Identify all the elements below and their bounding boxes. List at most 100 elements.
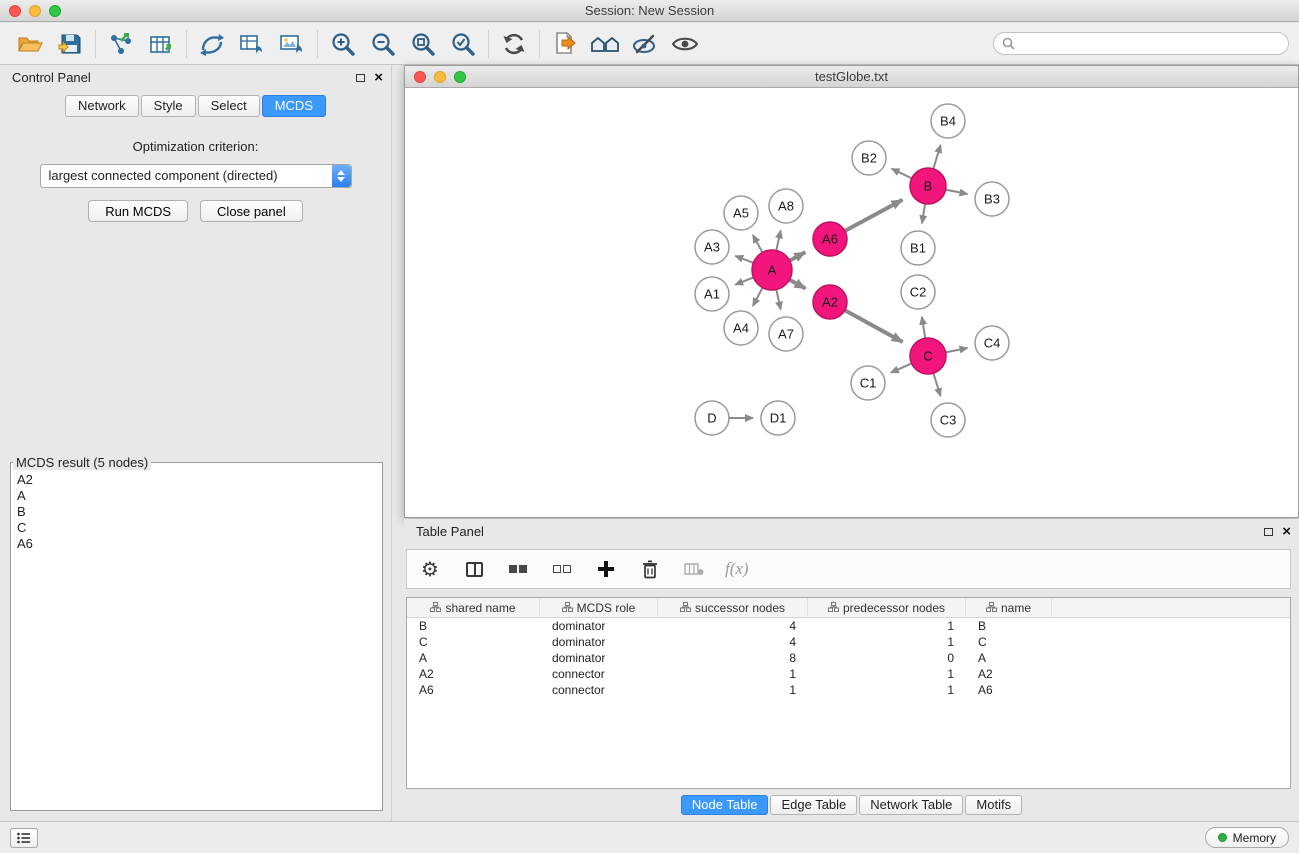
criterion-select[interactable]: largest connected component (directed) <box>40 164 352 188</box>
float-table-panel-icon[interactable] <box>1264 528 1273 536</box>
graph-edge-A6-B[interactable] <box>845 200 903 231</box>
mcds-result-item[interactable]: A6 <box>17 536 376 552</box>
search-input[interactable] <box>1020 37 1280 51</box>
zoom-window-icon[interactable] <box>49 5 61 17</box>
columns-icon[interactable] <box>461 555 487 583</box>
zoom-network-window-icon[interactable] <box>454 71 466 83</box>
image-export-icon[interactable] <box>272 27 312 61</box>
tab-network[interactable]: Network <box>65 95 139 117</box>
graph-node-C[interactable]: C <box>910 338 946 374</box>
graph-node-B2[interactable]: B2 <box>852 141 886 175</box>
graph-node-A3[interactable]: A3 <box>695 230 729 264</box>
graph-node-C4[interactable]: C4 <box>975 326 1009 360</box>
table-share-icon[interactable] <box>232 27 272 61</box>
graph-edge-A-A4[interactable] <box>753 288 763 306</box>
mcds-result-item[interactable]: A <box>17 488 376 504</box>
document-arrow-icon[interactable] <box>545 27 585 61</box>
trash-icon[interactable] <box>637 555 663 583</box>
graph-node-A7[interactable]: A7 <box>769 317 803 351</box>
graph-edge-C-C1[interactable] <box>891 363 912 372</box>
graph-edge-C-C3[interactable] <box>933 373 940 396</box>
save-icon[interactable] <box>50 27 90 61</box>
search-box[interactable] <box>993 32 1289 55</box>
graph-node-B4[interactable]: B4 <box>931 104 965 138</box>
tab-motifs[interactable]: Motifs <box>965 795 1022 815</box>
graph-edge-A-A7[interactable] <box>776 290 780 310</box>
graph-edge-A-A6[interactable] <box>790 252 806 260</box>
close-window-icon[interactable] <box>9 5 21 17</box>
table-row[interactable]: Cdominator41C <box>407 634 1290 650</box>
run-mcds-button[interactable]: Run MCDS <box>88 200 188 222</box>
network-view-window[interactable]: testGlobe.txt B4B2BB3A5A8A6A3B1AC2A1A2A4… <box>404 65 1299 518</box>
graph-node-A1[interactable]: A1 <box>695 277 729 311</box>
graph-node-A2[interactable]: A2 <box>813 285 847 319</box>
tab-mcds[interactable]: MCDS <box>262 95 326 117</box>
column-header-shared-name[interactable]: shared name <box>407 598 540 618</box>
refresh-icon[interactable] <box>494 27 534 61</box>
tab-node-table[interactable]: Node Table <box>681 795 769 815</box>
import-network-icon[interactable] <box>101 27 141 61</box>
tab-style[interactable]: Style <box>141 95 196 117</box>
deselect-all-icon[interactable] <box>549 555 575 583</box>
close-panel-icon[interactable]: × <box>374 73 383 83</box>
column-header-successor-nodes[interactable]: successor nodes <box>658 598 808 618</box>
graph-edge-C-C2[interactable] <box>922 317 925 339</box>
brush-eye-icon[interactable] <box>625 27 665 61</box>
graph-node-A4[interactable]: A4 <box>724 311 758 345</box>
float-panel-icon[interactable] <box>356 74 365 82</box>
zoom-in-icon[interactable] <box>323 27 363 61</box>
column-header-MCDS-role[interactable]: MCDS role <box>540 598 658 618</box>
graph-edge-A-A8[interactable] <box>776 230 780 250</box>
tab-edge-table[interactable]: Edge Table <box>770 795 857 815</box>
graph-edge-B-B3[interactable] <box>946 190 968 194</box>
graph-node-C3[interactable]: C3 <box>931 403 965 437</box>
tab-network-table[interactable]: Network Table <box>859 795 963 815</box>
zoom-fit-icon[interactable] <box>403 27 443 61</box>
task-history-button[interactable] <box>10 828 38 848</box>
tab-select[interactable]: Select <box>198 95 260 117</box>
graph-edge-A2-C[interactable] <box>845 310 903 342</box>
close-table-panel-icon[interactable]: × <box>1282 527 1291 537</box>
column-header-name[interactable]: name <box>966 598 1052 618</box>
graph-edge-A-A2[interactable] <box>790 280 806 289</box>
add-icon[interactable] <box>593 555 619 583</box>
table-row[interactable]: Bdominator41B <box>407 618 1290 634</box>
table-row[interactable]: A6connector11A6 <box>407 682 1290 698</box>
zoom-out-icon[interactable] <box>363 27 403 61</box>
minimize-window-icon[interactable] <box>29 5 41 17</box>
graph-node-A[interactable]: A <box>752 250 792 290</box>
network-share-icon[interactable] <box>192 27 232 61</box>
table-row[interactable]: Adominator80A <box>407 650 1290 666</box>
zoom-selected-icon[interactable] <box>443 27 483 61</box>
homes-icon[interactable] <box>585 27 625 61</box>
graph-node-C1[interactable]: C1 <box>851 366 885 400</box>
eye-icon[interactable] <box>665 27 705 61</box>
graph-edge-A-A3[interactable] <box>735 256 753 263</box>
graph-edge-B-B1[interactable] <box>922 204 925 224</box>
mcds-result-item[interactable]: B <box>17 504 376 520</box>
graph-edge-C-C4[interactable] <box>946 348 968 352</box>
graph-node-A5[interactable]: A5 <box>724 196 758 230</box>
network-canvas[interactable]: B4B2BB3A5A8A6A3B1AC2A1A2A4A7C4CC1C3DD1 <box>405 88 1298 517</box>
import-table-icon[interactable] <box>141 27 181 61</box>
graph-node-A8[interactable]: A8 <box>769 189 803 223</box>
graph-edge-A-A1[interactable] <box>735 277 753 284</box>
mcds-result-item[interactable]: A2 <box>17 472 376 488</box>
graph-node-D1[interactable]: D1 <box>761 401 795 435</box>
column-header-predecessor-nodes[interactable]: predecessor nodes <box>808 598 966 618</box>
close-panel-button[interactable]: Close panel <box>200 200 303 222</box>
graph-node-B3[interactable]: B3 <box>975 182 1009 216</box>
graph-node-A6[interactable]: A6 <box>813 222 847 256</box>
graph-node-B[interactable]: B <box>910 168 946 204</box>
network-window-titlebar[interactable]: testGlobe.txt <box>405 66 1298 88</box>
memory-button[interactable]: Memory <box>1205 827 1289 848</box>
settings-gear-icon[interactable]: ⚙ <box>417 555 443 583</box>
graph-edge-B-B2[interactable] <box>892 169 912 179</box>
select-all-icon[interactable] <box>505 555 531 583</box>
graph-node-C2[interactable]: C2 <box>901 275 935 309</box>
graph-node-D[interactable]: D <box>695 401 729 435</box>
graph-edge-B-B4[interactable] <box>933 145 940 169</box>
graph-edge-A-A5[interactable] <box>753 235 763 252</box>
table-row[interactable]: A2connector11A2 <box>407 666 1290 682</box>
mcds-result-item[interactable]: C <box>17 520 376 536</box>
